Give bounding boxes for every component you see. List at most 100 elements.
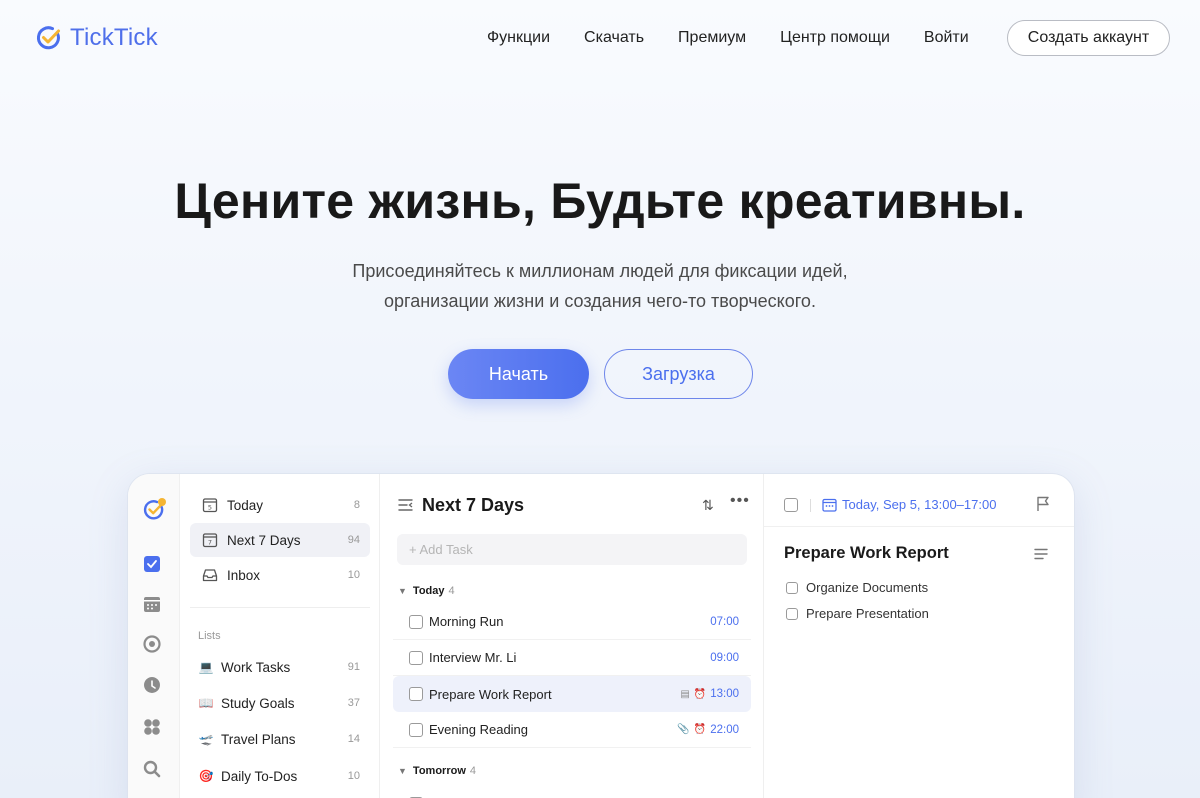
sidebar-item-count: 10: [347, 770, 360, 782]
attachment-icon: 📎: [677, 724, 690, 735]
logo[interactable]: TickTick: [35, 24, 158, 52]
sort-icon[interactable]: ⇅: [702, 497, 714, 514]
sidebar-item-count: 91: [347, 661, 360, 673]
sidebar-item-label: Today: [227, 497, 264, 513]
hero-subtitle-line-1: Присоединяйтесь к миллионам людей для фи…: [352, 261, 848, 281]
sidebar-divider: [190, 607, 370, 608]
more-options-icon[interactable]: •••: [730, 492, 750, 510]
task-checkbox[interactable]: [409, 650, 423, 665]
sidebar-item-travel-plans[interactable]: 🛫 Travel Plans 14: [190, 722, 370, 756]
sidebar-item-today[interactable]: 5 Today 8: [190, 488, 370, 522]
subtask-item[interactable]: Prepare Presentation: [786, 606, 929, 621]
task-time-value: 09:00: [710, 651, 739, 664]
ticktick-logo-icon[interactable]: [142, 498, 166, 522]
task-list-title: Next 7 Days: [422, 495, 525, 515]
download-button[interactable]: Загрузка: [604, 349, 753, 399]
nav-help-center[interactable]: Центр помощи: [780, 29, 890, 47]
hero-title: Цените жизнь, Будьте креативны.: [174, 173, 1026, 229]
task-row[interactable]: Morning Run 07:00: [393, 604, 751, 640]
start-button[interactable]: Начать: [448, 349, 589, 399]
inbox-icon: [202, 567, 218, 583]
focus-timer-icon[interactable]: [142, 634, 162, 654]
description-icon[interactable]: [1034, 547, 1048, 565]
task-title: Interview Mr. Li: [429, 650, 517, 665]
app-preview-window: 5 Today 8 7 Next 7 Days 94 Inbox 10 List…: [128, 474, 1074, 798]
subtask-title: Prepare Presentation: [806, 606, 929, 621]
hero-subtitle-line-2: организации жизни и создания чего-то тво…: [384, 291, 816, 311]
task-title: Morning Run: [429, 614, 504, 629]
sidebar-item-label: Inbox: [227, 567, 261, 583]
sidebar-item-daily-to-dos[interactable]: 🎯 Daily To-Dos 10: [190, 759, 370, 793]
section-count: 4: [469, 765, 477, 777]
add-task-input[interactable]: + Add Task: [397, 534, 747, 565]
sidebar-item-count: 37: [347, 697, 360, 709]
task-title: Evening Reading: [429, 722, 529, 737]
sidebar-item-next-7-days[interactable]: 7 Next 7 Days 94: [190, 523, 370, 557]
lists-header: Lists: [198, 630, 221, 642]
sidebar-item-label: Study Goals: [221, 695, 295, 711]
section-label: Tomorrow: [412, 765, 466, 777]
nav-features[interactable]: Функции: [487, 29, 550, 47]
nav-premium[interactable]: Премиум: [678, 29, 746, 47]
section-tomorrow[interactable]: ▼ Tomorrow 4: [398, 765, 476, 777]
sidebar-item-inbox[interactable]: Inbox 10: [190, 558, 370, 592]
sidebar-item-count: 94: [347, 534, 360, 546]
ticktick-logo-icon: [36, 26, 60, 50]
task-row[interactable]: [393, 786, 751, 798]
task-list-panel: Next 7 Days ⇅ ••• + Add Task ▼ Today 4 M…: [380, 474, 764, 798]
habit-icon[interactable]: [142, 675, 162, 695]
task-title: Prepare Work Report: [429, 686, 552, 702]
chevron-down-icon: ▼: [398, 766, 407, 776]
flag-icon[interactable]: [1036, 496, 1050, 517]
subtask-checkbox[interactable]: [786, 607, 798, 620]
sidebar-item-label: Daily To-Dos: [221, 768, 298, 784]
sidebar-item-count: 8: [353, 499, 360, 511]
task-row-selected[interactable]: Prepare Work Report ▤ ⏰ 13:00: [393, 676, 751, 712]
icon-rail: [128, 474, 180, 798]
task-checkbox[interactable]: [409, 687, 423, 701]
note-icon: ▤: [680, 688, 690, 700]
subtask-item[interactable]: Organize Documents: [786, 580, 928, 595]
task-time-value: 07:00: [710, 615, 739, 628]
create-account-button[interactable]: Создать аккаунт: [1007, 20, 1170, 56]
checkbox-icon[interactable]: [142, 554, 162, 574]
task-checkbox[interactable]: [409, 722, 423, 737]
chevron-down-icon: ▼: [398, 586, 407, 596]
detail-separator: [810, 499, 811, 512]
task-time-value: 13:00: [710, 688, 739, 700]
sidebar-item-work-tasks[interactable]: 💻 Work Tasks 91: [190, 650, 370, 684]
task-time: ▤ ⏰ 13:00: [680, 688, 739, 700]
search-icon[interactable]: [142, 759, 162, 779]
task-time-value: 22:00: [710, 723, 739, 736]
task-checkbox[interactable]: [409, 614, 423, 629]
alarm-icon: ⏰: [693, 724, 707, 735]
section-label: Today: [412, 585, 445, 597]
nav-sign-in[interactable]: Войти: [924, 29, 969, 47]
detail-date-text: Today, Sep 5, 13:00–17:00: [842, 497, 997, 512]
detail-checkbox[interactable]: [784, 498, 798, 512]
alarm-icon: ⏰: [693, 688, 707, 700]
airplane-icon: 🛫: [198, 732, 214, 746]
task-row[interactable]: Evening Reading 📎 ⏰ 22:00: [393, 712, 751, 748]
svg-text:7: 7: [208, 539, 212, 547]
hero-subtitle: Присоединяйтесь к миллионам людей для фи…: [0, 256, 1200, 316]
nav-download[interactable]: Скачать: [584, 29, 644, 47]
task-time: 📎 ⏰ 22:00: [677, 724, 739, 736]
matrix-icon[interactable]: [142, 717, 162, 737]
detail-date[interactable]: Today, Sep 5, 13:00–17:00: [822, 497, 996, 512]
task-row[interactable]: Interview Mr. Li 09:00: [393, 640, 751, 676]
sidebar-item-count: 10: [347, 569, 360, 581]
section-today[interactable]: ▼ Today 4: [398, 585, 455, 597]
calendar-week-icon: 7: [202, 532, 218, 548]
laptop-icon: 💻: [198, 660, 214, 674]
detail-title[interactable]: Prepare Work Report: [784, 544, 949, 563]
sidebar-item-study-goals[interactable]: 📖 Study Goals 37: [190, 686, 370, 720]
detail-toolbar: Today, Sep 5, 13:00–17:00: [764, 474, 1074, 527]
subtask-title: Organize Documents: [806, 580, 929, 595]
target-icon: 🎯: [198, 769, 214, 783]
hero-cta: Начать Загрузка: [448, 349, 753, 399]
calendar-icon[interactable]: [142, 594, 162, 614]
menu-collapse-icon[interactable]: [398, 498, 414, 517]
subtask-checkbox[interactable]: [786, 581, 798, 594]
sidebar: 5 Today 8 7 Next 7 Days 94 Inbox 10 List…: [180, 474, 380, 798]
